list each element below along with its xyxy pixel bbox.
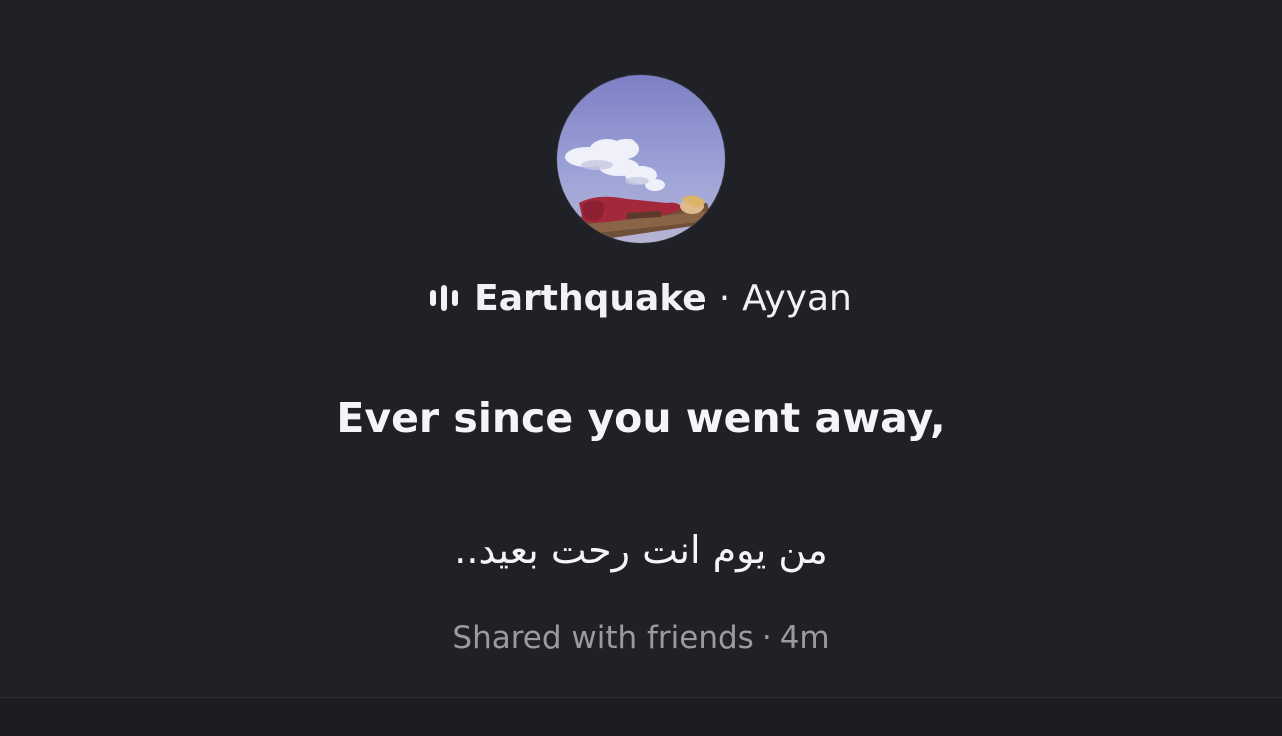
note-card: Earthquake · Ayyan Ever since you went a… [0, 0, 1282, 698]
song-info[interactable]: Earthquake · Ayyan [0, 272, 1282, 324]
song-title: Earthquake [474, 277, 707, 319]
lyric-arabic: من يوم انت رحت بعيد.. [454, 528, 828, 572]
song-separator: · [718, 277, 731, 319]
sound-wave-icon [430, 283, 459, 313]
meta-separator: · [761, 620, 772, 656]
artist-name: Ayyan [742, 277, 852, 319]
avatar[interactable] [557, 75, 725, 243]
bottom-strip [0, 699, 1282, 736]
timestamp: 4m [779, 620, 830, 656]
note-meta: Shared with friends · 4m [0, 620, 1282, 656]
avatar-photo [557, 75, 725, 243]
audience-label: Shared with friends [452, 620, 754, 656]
lyric-english: Ever since you went away, [336, 394, 946, 442]
